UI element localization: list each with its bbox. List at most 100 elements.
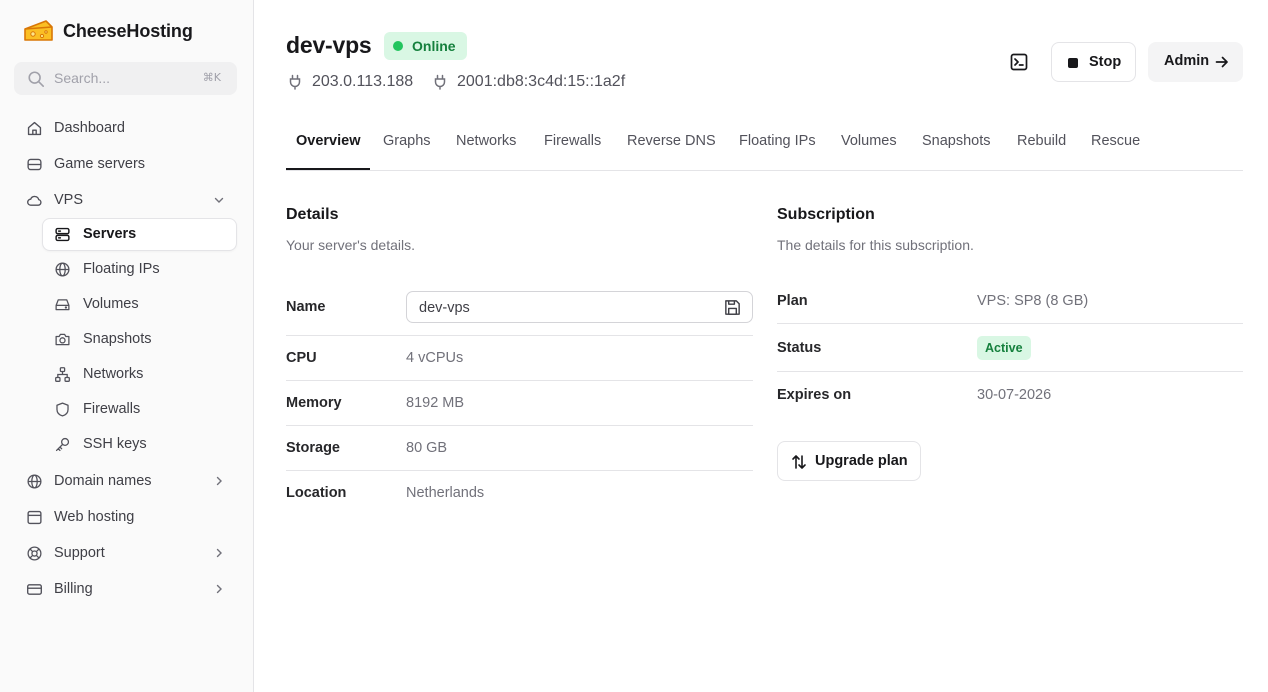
sidebar-subitem-label: Floating IPs <box>83 261 160 277</box>
subscription-subtitle: The details for this subscription. <box>777 237 974 253</box>
status-dot <box>393 41 403 51</box>
memory-label: Memory <box>286 395 342 411</box>
cheese-logo-icon <box>24 20 53 41</box>
sidebar-item-dashboard[interactable]: Dashboard <box>14 112 237 144</box>
sidebar-item-label: Billing <box>54 581 93 597</box>
server-name-field[interactable]: dev-vps <box>406 291 753 323</box>
plug-icon <box>289 74 301 90</box>
home-icon <box>27 121 42 136</box>
server-name-value: dev-vps <box>419 300 470 316</box>
divider <box>286 380 753 381</box>
brand[interactable]: CheeseHosting <box>22 17 193 45</box>
divider <box>777 371 1243 372</box>
sidebar-subitem-label: Snapshots <box>83 331 152 347</box>
sidebar-item-billing[interactable]: Billing <box>14 573 237 605</box>
sidebar-item-label: Web hosting <box>54 509 135 525</box>
search-placeholder: Search... <box>54 70 111 86</box>
divider <box>777 323 1243 324</box>
browser-window-icon <box>27 510 42 525</box>
stop-label: Stop <box>1089 54 1122 70</box>
name-label: Name <box>286 299 326 315</box>
network-icon <box>55 367 70 382</box>
sidebar-item-label: Dashboard <box>54 120 125 136</box>
cloud-icon <box>27 195 42 206</box>
location-label: Location <box>286 485 347 501</box>
database-icon <box>27 158 42 171</box>
ipv6-address[interactable]: 2001:db8:3c4d:15::1a2f <box>433 73 625 91</box>
tab-rescue[interactable]: Rescue <box>1091 133 1140 149</box>
cpu-value: 4 vCPUs <box>406 350 464 366</box>
lifebuoy-icon <box>27 546 42 561</box>
divider <box>286 335 753 336</box>
subscription-status-badge: Active <box>977 336 1031 360</box>
tab-networks[interactable]: Networks <box>456 133 516 149</box>
admin-button[interactable]: Admin <box>1148 42 1243 82</box>
storage-value: 80 GB <box>406 440 448 456</box>
terminal-icon <box>1010 53 1028 71</box>
sidebar: CheeseHosting Search... ⌘K Dashboard Gam… <box>0 0 254 692</box>
sidebar-subitem-label: SSH keys <box>83 436 147 452</box>
sidebar-item-vps[interactable]: VPS <box>14 184 237 216</box>
cpu-label: CPU <box>286 350 317 366</box>
search-input[interactable]: Search... ⌘K <box>14 62 237 95</box>
status-badge: Online <box>384 32 467 60</box>
sidebar-subitem-label: Networks <box>83 366 144 382</box>
ipv6-text: 2001:db8:3c4d:15::1a2f <box>457 73 626 90</box>
sidebar-subitem-floating-ips[interactable]: Floating IPs <box>42 253 237 286</box>
tab-overview[interactable]: Overview <box>296 133 361 149</box>
sidebar-item-label: Support <box>54 545 105 561</box>
details-subtitle: Your server's details. <box>286 237 415 253</box>
camera-icon <box>55 333 70 346</box>
ipv4-text: 203.0.113.188 <box>312 73 414 90</box>
globe-icon <box>55 262 70 277</box>
sidebar-subitem-label: Firewalls <box>83 401 141 417</box>
tab-rebuild[interactable]: Rebuild <box>1017 133 1066 149</box>
tab-graphs[interactable]: Graphs <box>383 133 431 149</box>
tab-volumes[interactable]: Volumes <box>841 133 897 149</box>
server-icon <box>55 227 70 242</box>
tab-firewalls[interactable]: Firewalls <box>544 133 601 149</box>
search-shortcut: ⌘K <box>202 71 221 84</box>
sidebar-subitem-label: Volumes <box>83 296 139 312</box>
details-title: Details <box>286 206 339 223</box>
chevron-right-icon <box>216 548 222 558</box>
arrow-right-icon <box>1215 56 1228 68</box>
stop-button[interactable]: Stop <box>1051 42 1136 82</box>
chevron-right-icon <box>216 584 222 594</box>
sidebar-item-web-hosting[interactable]: Web hosting <box>14 501 237 533</box>
tab-snapshots[interactable]: Snapshots <box>922 133 991 149</box>
globe-icon <box>27 474 42 489</box>
sidebar-subitem-networks[interactable]: Networks <box>42 358 237 391</box>
divider <box>286 470 753 471</box>
ipv4-address[interactable]: 203.0.113.188 <box>288 73 413 91</box>
sidebar-subitem-snapshots[interactable]: Snapshots <box>42 323 237 356</box>
sidebar-subitem-servers[interactable]: Servers <box>42 218 237 251</box>
stop-icon <box>1068 58 1078 68</box>
sidebar-item-label: Domain names <box>54 473 152 489</box>
tab-floating-ips[interactable]: Floating IPs <box>739 133 816 149</box>
subscription-title: Subscription <box>777 206 875 223</box>
memory-value: 8192 MB <box>406 395 465 411</box>
location-value: Netherlands <box>406 485 485 501</box>
status-label-row: Status <box>777 340 822 356</box>
sidebar-item-game-servers[interactable]: Game servers <box>14 148 237 180</box>
sidebar-item-domain-names[interactable]: Domain names <box>14 465 237 497</box>
upgrade-plan-button[interactable]: Upgrade plan <box>777 441 921 481</box>
search-icon <box>28 71 45 88</box>
sidebar-item-support[interactable]: Support <box>14 537 237 569</box>
hard-drive-icon <box>55 299 70 311</box>
active-tab-indicator <box>286 168 370 170</box>
save-icon[interactable] <box>723 298 742 317</box>
tab-bar: Overview Graphs Networks Firewalls Rever… <box>286 120 1243 171</box>
console-button[interactable] <box>1004 47 1034 77</box>
chevron-right-icon <box>216 476 222 486</box>
plan-value: VPS: SP8 (8 GB) <box>977 293 1089 309</box>
sidebar-subitem-ssh-keys[interactable]: SSH keys <box>42 428 237 461</box>
sidebar-subitem-label: Servers <box>83 226 137 242</box>
sidebar-subitem-volumes[interactable]: Volumes <box>42 288 237 321</box>
plan-label: Plan <box>777 293 808 309</box>
sidebar-subitem-firewalls[interactable]: Firewalls <box>42 393 237 426</box>
tab-reverse-dns[interactable]: Reverse DNS <box>627 133 716 149</box>
sidebar-item-label: Game servers <box>54 156 146 172</box>
admin-label: Admin <box>1164 53 1210 69</box>
